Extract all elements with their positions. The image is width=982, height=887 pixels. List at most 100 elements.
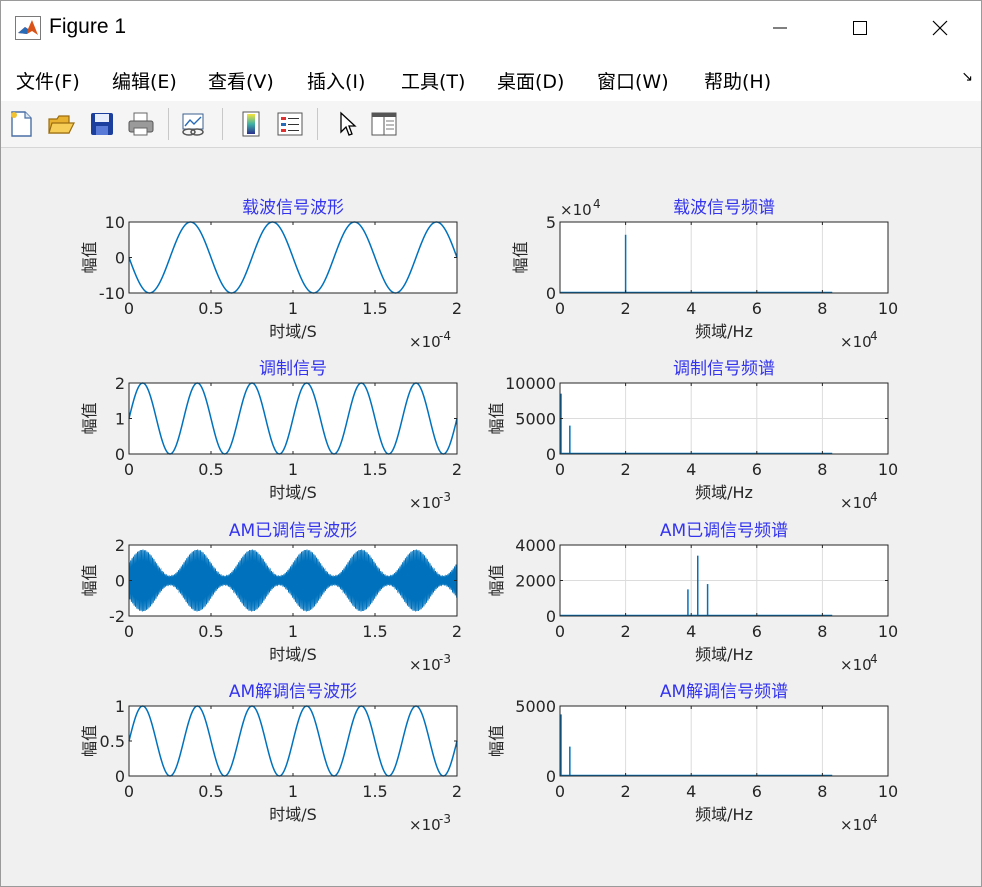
close-icon: [932, 20, 948, 36]
x-tick-label: 0: [555, 299, 565, 318]
x-tick-label: 10: [878, 622, 898, 641]
maximize-button[interactable]: [819, 1, 901, 55]
y-tick-label: 0: [115, 249, 125, 268]
close-button[interactable]: [899, 1, 981, 55]
y-tick-label: 0: [546, 767, 556, 786]
x-tick-label: 0.5: [198, 460, 223, 479]
property-inspector-button[interactable]: [369, 109, 399, 139]
toolbar-separator: [168, 108, 169, 140]
save-button[interactable]: [87, 109, 117, 139]
x-tick-label: 6: [752, 622, 762, 641]
x-tick-label: 2: [452, 460, 462, 479]
x-tick-label: 2: [452, 299, 462, 318]
y-tick-label: 1: [115, 410, 125, 429]
menu-window[interactable]: 窗口(W): [597, 67, 669, 94]
subplot-1: 0 0.5 1 1.5 2100-10载波信号波形时域/S幅值×10-4: [80, 198, 462, 351]
x-exponent-label: ×10: [840, 333, 872, 351]
minimize-icon: [773, 27, 787, 29]
subplot-8: 0 2 4 6 8 1050000AM解调信号频谱频域/Hz幅值×104: [487, 682, 898, 834]
x-tick-label: 8: [817, 460, 827, 479]
chart-title: 调制信号: [259, 359, 327, 379]
matlab-logo-icon: [15, 16, 41, 40]
y-tick-label: 10: [105, 213, 125, 232]
y-tick-label: 10000: [505, 374, 556, 393]
x-axis-label: 时域/S: [269, 322, 317, 341]
x-exponent-label: ×10: [409, 816, 441, 834]
x-tick-label: 0: [124, 782, 134, 801]
toolbar-separator: [222, 108, 223, 140]
x-tick-label: 0.5: [198, 299, 223, 318]
menu-help[interactable]: 帮助(H): [704, 67, 771, 94]
y-tick-label: 4000: [515, 536, 556, 555]
y-tick-label: 5000: [515, 410, 556, 429]
link-plot-button[interactable]: [178, 109, 208, 139]
toolbar-separator: [317, 108, 318, 140]
x-exponent: 4: [870, 329, 878, 343]
open-folder-icon: [48, 115, 75, 134]
print-button[interactable]: [126, 109, 156, 139]
legend-button[interactable]: [275, 109, 305, 139]
menu-overflow-icon[interactable]: ↘: [961, 69, 973, 85]
subplot-7: 0 0.5 1 1.5 2 1 0.5 0 AM解调信号波形时域/S 幅值 ×10-3: [80, 682, 462, 834]
y-tick-label: 0: [546, 284, 556, 303]
subplot-5: 0 0.5 1 1.5 220-2AM已调信号波形时域/S幅值×10-3: [80, 521, 462, 674]
y-tick-label: 2: [115, 536, 125, 555]
chart-title: AM已调信号频谱: [660, 521, 788, 541]
menu-view[interactable]: 查看(V): [208, 67, 274, 94]
edit-plot-button[interactable]: [332, 109, 362, 139]
x-tick-label: 4: [686, 622, 696, 641]
x-tick-label: 0: [124, 622, 134, 641]
chart-title: AM解调信号波形: [229, 682, 357, 702]
new-figure-icon: [11, 111, 32, 137]
property-inspector-icon: [371, 112, 397, 136]
subplot-2: 0 2 4 6 8 1050载波信号频谱频域/Hz幅值×104×10 4: [511, 197, 898, 351]
new-figure-button[interactable]: [6, 109, 36, 139]
x-exponent-label: ×10: [409, 333, 441, 351]
x-tick-label: 1.5: [362, 299, 387, 318]
x-tick-label: 4: [686, 460, 696, 479]
x-tick-label: 2: [452, 622, 462, 641]
menu-insert[interactable]: 插入(I): [307, 67, 365, 94]
y-tick-label: 0: [115, 445, 125, 464]
x-axis-label: 时域/S: [269, 645, 317, 664]
x-tick-label: 1: [288, 299, 298, 318]
y-exponent: 4: [593, 197, 601, 211]
x-tick-label: 0.5: [198, 622, 223, 641]
y-tick-label: -10: [99, 284, 125, 303]
y-tick-label: 2000: [515, 572, 556, 591]
x-axis-label: 频域/Hz: [695, 483, 753, 502]
y-axis-label: 幅值: [487, 402, 506, 434]
chart-title: 载波信号波形: [242, 198, 344, 218]
colorbar-button[interactable]: [236, 109, 266, 139]
x-exponent: -3: [439, 812, 451, 826]
open-button[interactable]: [46, 109, 76, 139]
x-tick-label: 0: [555, 460, 565, 479]
minimize-button[interactable]: [739, 1, 821, 55]
menu-edit[interactable]: 编辑(E): [112, 67, 177, 94]
title-bar[interactable]: Figure 1: [1, 1, 981, 55]
x-tick-label: 1.5: [362, 782, 387, 801]
x-tick-label: 6: [752, 299, 762, 318]
x-exponent-label: ×10: [409, 656, 441, 674]
menu-file[interactable]: 文件(F): [16, 67, 80, 94]
chart-title: 载波信号频谱: [673, 198, 775, 218]
pointer-icon: [340, 111, 357, 136]
menu-tools[interactable]: 工具(T): [401, 67, 465, 94]
x-tick-label: 2: [621, 622, 631, 641]
x-exponent: -3: [439, 490, 451, 504]
x-tick-label: 0: [555, 782, 565, 801]
menu-desktop[interactable]: 桌面(D): [497, 67, 564, 94]
y-exponent-label: ×10: [560, 201, 592, 219]
menu-bar: 文件(F) 编辑(E) 查看(V) 插入(I) 工具(T) 桌面(D) 窗口(W…: [1, 55, 981, 101]
x-tick-label: 4: [686, 299, 696, 318]
x-tick-label: 2: [621, 782, 631, 801]
x-tick-label: 0: [555, 622, 565, 641]
x-exponent: -4: [439, 329, 451, 343]
x-tick-label: 2: [452, 782, 462, 801]
x-exponent-label: ×10: [840, 494, 872, 512]
y-tick-label: 2: [115, 374, 125, 393]
print-icon: [128, 112, 154, 136]
x-tick-label: 0: [124, 460, 134, 479]
y-tick-label: 0: [546, 445, 556, 464]
y-axis-label: 幅值: [511, 241, 530, 273]
